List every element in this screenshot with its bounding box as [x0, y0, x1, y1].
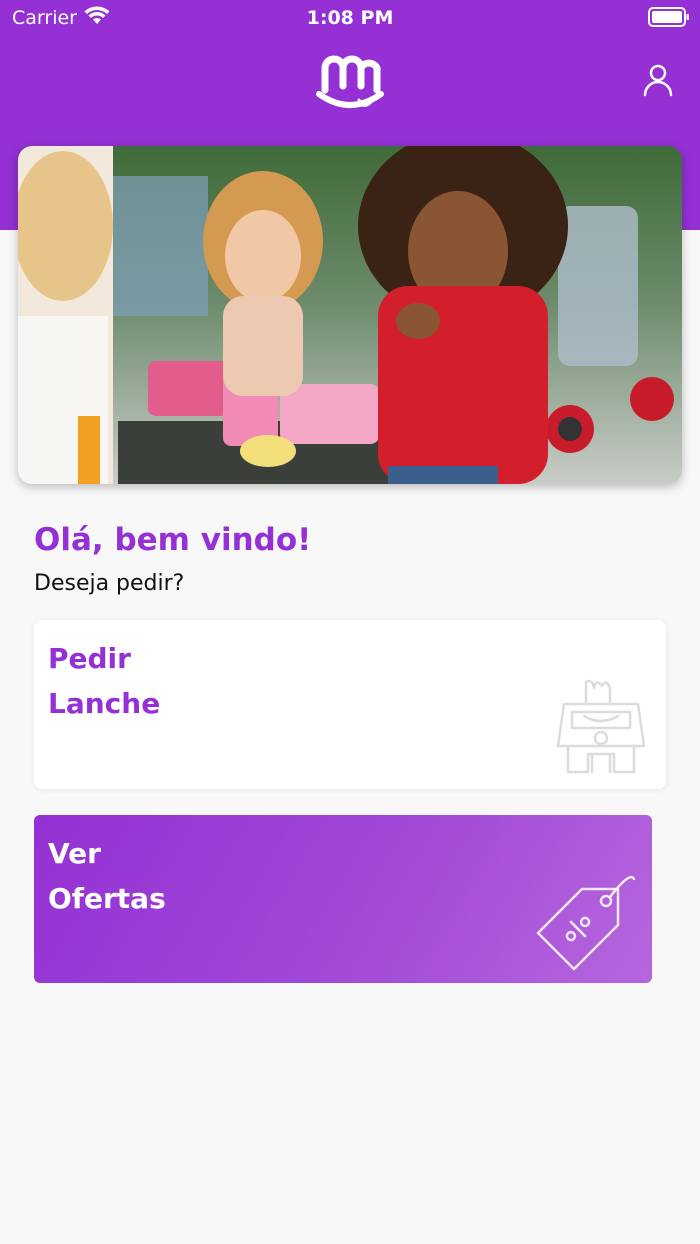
view-offers-line1: Ver	[48, 837, 101, 870]
battery-icon	[648, 7, 689, 27]
snack-stand-icon	[556, 679, 646, 774]
discount-tag-icon	[536, 875, 636, 971]
order-snack-line1: Pedir	[48, 642, 131, 675]
greeting-subtitle: Deseja pedir?	[34, 571, 185, 596]
status-time: 1:08 PM	[306, 7, 394, 29]
status-bar: Carrier 1:08 PM	[0, 0, 700, 36]
view-offers-card[interactable]: Ver Ofertas	[34, 815, 652, 983]
app-logo	[316, 55, 384, 108]
hero-image	[18, 146, 682, 484]
order-snack-card[interactable]: Pedir Lanche	[34, 620, 666, 789]
order-snack-title: Pedir Lanche	[48, 636, 160, 726]
greeting-title: Olá, bem vindo!	[34, 522, 312, 558]
view-offers-line2: Ofertas	[48, 882, 166, 915]
view-offers-title: Ver Ofertas	[48, 831, 166, 921]
order-snack-line2: Lanche	[48, 687, 161, 720]
user-icon[interactable]	[640, 62, 676, 98]
